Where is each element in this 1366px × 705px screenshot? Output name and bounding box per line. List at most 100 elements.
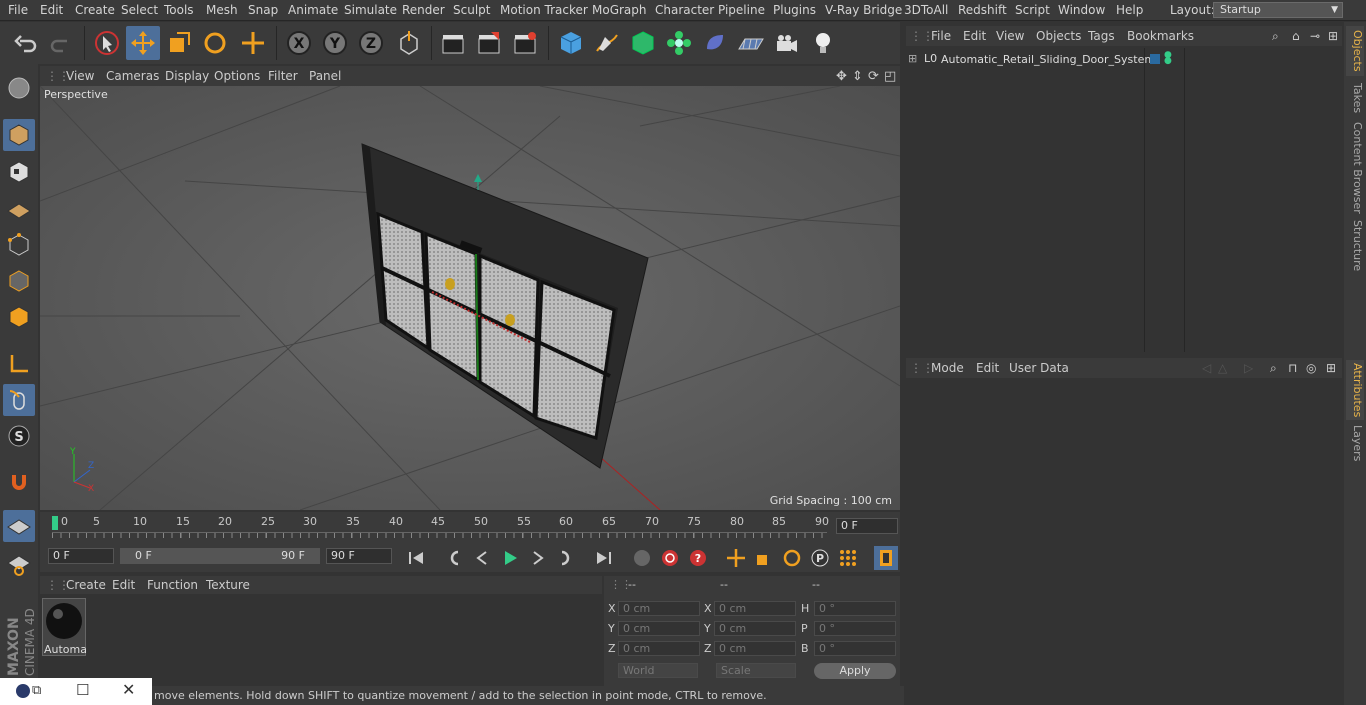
menu-window[interactable]: Window bbox=[1058, 3, 1105, 17]
viewport-menu-filter[interactable]: Filter bbox=[268, 69, 298, 83]
menu-simulate[interactable]: Simulate bbox=[344, 3, 397, 17]
coord-mode-dropdown[interactable]: World bbox=[618, 663, 698, 678]
viewport-perspective[interactable]: Y Z X Perspective Grid Spacing : 100 cm bbox=[40, 86, 900, 510]
deformer-button[interactable] bbox=[698, 26, 732, 60]
close-icon[interactable]: ✕ bbox=[122, 680, 135, 699]
end-frame-field[interactable]: 90 F bbox=[326, 548, 392, 564]
tab-layers[interactable]: Layers bbox=[1346, 424, 1364, 462]
apply-button[interactable]: Apply bbox=[814, 663, 896, 679]
coordinate-system-button[interactable] bbox=[392, 26, 426, 60]
object-row[interactable]: ⊞ L0 Automatic_Retail_Sliding_Door_Syste… bbox=[906, 51, 1342, 68]
light-button[interactable] bbox=[806, 26, 840, 60]
rotation-p-field[interactable]: 0 ° bbox=[814, 621, 896, 636]
maximize-icon[interactable]: ☐ bbox=[76, 681, 89, 699]
live-selection-button[interactable] bbox=[90, 26, 124, 60]
menu-redshift[interactable]: Redshift bbox=[958, 3, 1007, 17]
size-y-field[interactable]: 0 cm bbox=[714, 621, 796, 636]
attr-menu-mode[interactable]: Mode bbox=[931, 361, 964, 375]
transform-tool-button[interactable] bbox=[236, 26, 270, 60]
record-active-button[interactable] bbox=[658, 546, 682, 570]
rotation-h-field[interactable]: 0 ° bbox=[814, 601, 896, 616]
tab-structure[interactable]: Structure bbox=[1346, 220, 1364, 272]
camera-button[interactable] bbox=[770, 26, 804, 60]
menu-create[interactable]: Create bbox=[75, 3, 115, 17]
size-mode-dropdown[interactable]: Scale bbox=[716, 663, 796, 678]
menu-tools[interactable]: Tools bbox=[164, 3, 194, 17]
key-pla-button[interactable] bbox=[836, 546, 860, 570]
autokey-button[interactable]: ? bbox=[686, 546, 710, 570]
menu-file[interactable]: File bbox=[8, 3, 28, 17]
size-z-field[interactable]: 0 cm bbox=[714, 641, 796, 656]
menu-mesh[interactable]: Mesh bbox=[206, 3, 238, 17]
target-icon[interactable]: ◎ bbox=[1306, 361, 1316, 375]
attr-menu-user-data[interactable]: User Data bbox=[1009, 361, 1069, 375]
z-axis-lock-button[interactable]: Z bbox=[354, 26, 388, 60]
layout-dropdown[interactable]: Startup ▼ bbox=[1213, 2, 1343, 18]
key-scale-button[interactable] bbox=[752, 546, 776, 570]
play-button[interactable] bbox=[498, 546, 522, 570]
objmgr-menu-edit[interactable]: Edit bbox=[963, 29, 986, 43]
material-menu-create[interactable]: Create bbox=[66, 578, 106, 592]
next-frame-button[interactable] bbox=[526, 546, 550, 570]
viewport-menu-display[interactable]: Display bbox=[165, 69, 209, 83]
go-to-end-button[interactable] bbox=[592, 546, 616, 570]
objmgr-menu-objects[interactable]: Objects bbox=[1036, 29, 1081, 43]
make-editable-button[interactable] bbox=[3, 72, 35, 104]
texture-mode-button[interactable] bbox=[3, 156, 35, 188]
objmgr-menu-bookmarks[interactable]: Bookmarks bbox=[1127, 29, 1194, 43]
tab-content-browser[interactable]: Content Browser bbox=[1346, 122, 1364, 214]
cloner-button[interactable] bbox=[662, 26, 696, 60]
menu-3dtoall[interactable]: 3DToAll bbox=[904, 3, 948, 17]
start-frame-field[interactable]: 0 F bbox=[48, 548, 114, 564]
edges-mode-button[interactable] bbox=[3, 265, 35, 297]
axis-mode-button[interactable] bbox=[3, 348, 35, 380]
menu-script[interactable]: Script bbox=[1015, 3, 1050, 17]
tab-objects[interactable]: Objects bbox=[1346, 26, 1364, 76]
attr-menu-edit[interactable]: Edit bbox=[976, 361, 999, 375]
menu-select[interactable]: Select bbox=[121, 3, 158, 17]
menu-sculpt[interactable]: Sculpt bbox=[453, 3, 490, 17]
tab-attributes[interactable]: Attributes bbox=[1346, 360, 1364, 420]
pen-spline-button[interactable] bbox=[590, 26, 624, 60]
menu-help[interactable]: Help bbox=[1116, 3, 1143, 17]
up-arrow-icon[interactable]: △ bbox=[1218, 361, 1227, 375]
snap-button[interactable] bbox=[3, 466, 35, 498]
current-frame-field[interactable]: 0 F bbox=[836, 518, 898, 534]
points-mode-button[interactable] bbox=[3, 229, 35, 261]
rotate-tool-button[interactable] bbox=[198, 26, 232, 60]
forward-arrow-icon[interactable]: ▷ bbox=[1244, 361, 1253, 375]
search-icon[interactable]: ⌕ bbox=[1272, 29, 1279, 44]
rotation-b-field[interactable]: 0 ° bbox=[814, 641, 896, 656]
menu-render[interactable]: Render bbox=[402, 3, 445, 17]
viewport-nav-zoom-icon[interactable]: ⇕ bbox=[852, 69, 863, 84]
undo-button[interactable] bbox=[9, 26, 43, 60]
solo-button[interactable]: S bbox=[3, 420, 35, 452]
position-z-field[interactable]: 0 cm bbox=[618, 641, 700, 656]
scale-tool-button[interactable] bbox=[162, 26, 196, 60]
objmgr-menu-file[interactable]: File bbox=[931, 29, 951, 43]
viewport-maximize-icon[interactable]: ◰ bbox=[884, 69, 896, 84]
menu-edit[interactable]: Edit bbox=[40, 3, 63, 17]
layer-color-swatch[interactable] bbox=[1150, 54, 1160, 64]
viewport-menu-panel[interactable]: Panel bbox=[309, 69, 341, 83]
menu-pipeline[interactable]: Pipeline bbox=[718, 3, 765, 17]
key-move-button[interactable] bbox=[724, 546, 748, 570]
expand-icon[interactable]: ⊞ bbox=[908, 52, 917, 65]
floor-button[interactable] bbox=[734, 26, 768, 60]
go-to-start-button[interactable] bbox=[404, 546, 428, 570]
previous-key-button[interactable] bbox=[442, 546, 466, 570]
cube-object-button[interactable] bbox=[554, 26, 588, 60]
workplane-lock-button[interactable] bbox=[3, 510, 35, 542]
objmgr-menu-view[interactable]: View bbox=[996, 29, 1024, 43]
render-to-picture-viewer-button[interactable] bbox=[472, 26, 506, 60]
position-y-field[interactable]: 0 cm bbox=[618, 621, 700, 636]
render-settings-button[interactable] bbox=[508, 26, 542, 60]
timeline-window-button[interactable] bbox=[874, 546, 898, 570]
material-menu-function[interactable]: Function bbox=[147, 578, 198, 592]
render-view-button[interactable] bbox=[436, 26, 470, 60]
x-axis-lock-button[interactable]: X bbox=[282, 26, 316, 60]
playhead-marker[interactable] bbox=[52, 516, 58, 530]
previous-frame-button[interactable] bbox=[470, 546, 494, 570]
material-menu-edit[interactable]: Edit bbox=[112, 578, 135, 592]
position-x-field[interactable]: 0 cm bbox=[618, 601, 700, 616]
